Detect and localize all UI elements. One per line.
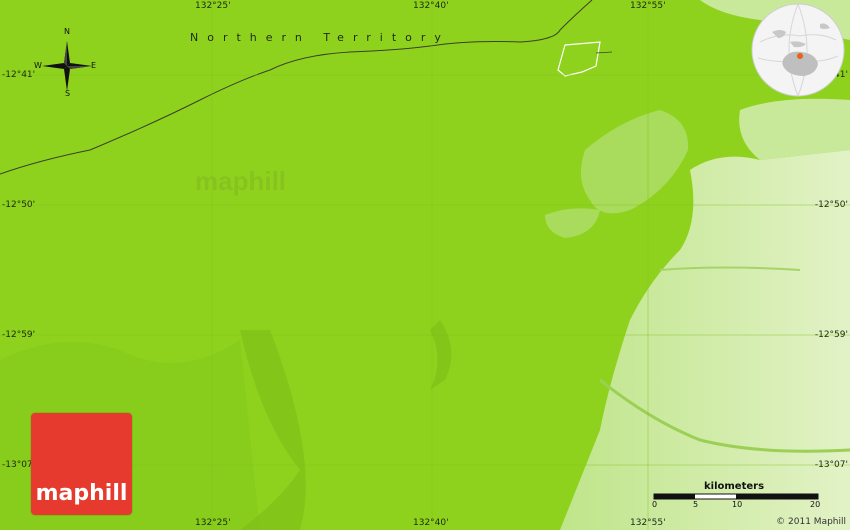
map-watermark: maphill — [195, 166, 286, 196]
lat-label-left-1: -12°41' — [2, 70, 36, 80]
compass-west: W — [34, 61, 42, 70]
lon-label-top-3: 132°55' — [630, 1, 666, 11]
lat-label-left-2: -12°50' — [2, 200, 36, 210]
scale-tick-10: 10 — [732, 500, 743, 509]
lon-label-bottom-2: 132°40' — [413, 518, 449, 528]
compass-north: N — [64, 27, 70, 36]
maphill-logo-text: maphill — [35, 481, 128, 506]
scale-tick-20: 20 — [810, 500, 821, 509]
lon-label-top-1: 132°25' — [195, 1, 231, 11]
compass-rose-icon: N S E W — [34, 27, 100, 99]
lat-label-right-2: -12°50' — [814, 200, 848, 210]
maphill-logo[interactable]: maphill — [31, 413, 132, 515]
lon-label-top-2: 132°40' — [413, 1, 449, 11]
scale-bar: kilometers 0 5 10 20 — [652, 481, 822, 511]
scale-tick-0: 0 — [652, 500, 658, 509]
lat-label-left-3: -12°59' — [2, 330, 36, 340]
copyright-notice: © 2011 Maphill — [776, 517, 846, 527]
scale-tick-5: 5 — [693, 500, 699, 509]
compass-east: E — [91, 61, 97, 70]
lon-label-bottom-1: 132°25' — [195, 518, 231, 528]
region-label: Northern Territory — [190, 31, 450, 44]
locator-globe-icon[interactable] — [750, 2, 846, 98]
scale-title: kilometers — [704, 481, 765, 492]
lon-label-bottom-3: 132°55' — [630, 518, 666, 528]
lat-label-right-3: -12°59' — [814, 330, 848, 340]
lat-label-right-4: -13°07' — [814, 460, 848, 470]
compass-south: S — [65, 89, 71, 98]
